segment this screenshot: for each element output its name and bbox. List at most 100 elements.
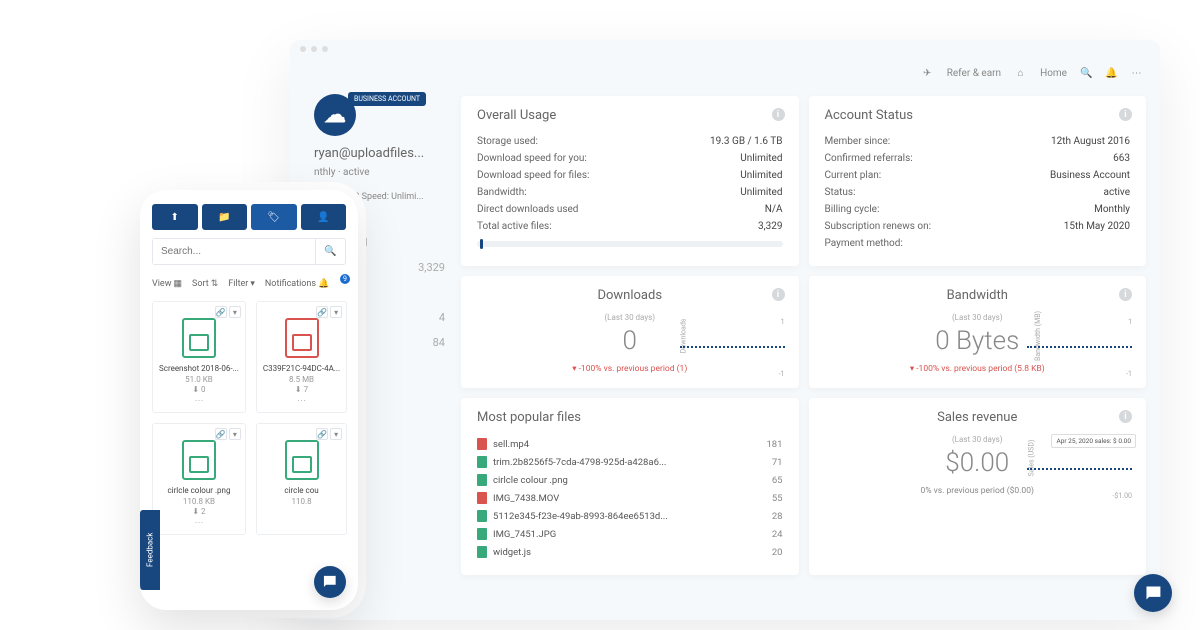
card-sales: i Sales revenue (Last 30 days) $0.00 0% … bbox=[809, 398, 1147, 575]
video-file-icon bbox=[285, 318, 319, 358]
home-link[interactable]: Home bbox=[1040, 68, 1067, 79]
link-icon[interactable]: 🔗 bbox=[316, 306, 328, 318]
info-icon[interactable]: i bbox=[772, 108, 785, 121]
card-title: Sales revenue bbox=[825, 410, 1131, 425]
paper-plane-icon: ✈ bbox=[922, 68, 933, 79]
view-toggle[interactable]: View ▦ bbox=[152, 279, 182, 289]
file-type-icon bbox=[477, 492, 487, 504]
desktop-window: ✈ Refer & earn ⌂ Home 🔍 🔔 ⋯ ☁ BUSINESS A… bbox=[290, 40, 1160, 620]
image-file-icon bbox=[285, 440, 319, 480]
chevron-down-icon[interactable]: ▾ bbox=[330, 306, 342, 318]
file-row[interactable]: IMG_7451.JPG24 bbox=[477, 525, 783, 543]
phone-tabs: ⬆ 📁 🏷 👤 bbox=[152, 204, 346, 230]
user-icon: 👤 bbox=[317, 212, 329, 223]
file-type-icon bbox=[477, 456, 487, 468]
file-row[interactable]: 5112e345-f23e-49ab-8993-864ee6513d...28 bbox=[477, 507, 783, 525]
file-card[interactable]: 🔗▾ C339F21C-94DC-4A... 8.5 MB ⬇ 7 ⋯ bbox=[256, 301, 347, 413]
search-input[interactable] bbox=[153, 239, 315, 264]
card-title: Downloads bbox=[477, 288, 783, 303]
image-file-icon bbox=[182, 440, 216, 480]
home-icon: ⌂ bbox=[1015, 68, 1026, 79]
tab-user[interactable]: 👤 bbox=[301, 204, 347, 230]
tab-tag[interactable]: 🏷 bbox=[251, 204, 297, 230]
file-card[interactable]: 🔗▾ circle cou 110.8 bbox=[256, 423, 347, 535]
link-icon[interactable]: 🔗 bbox=[215, 306, 227, 318]
download-count: ⬇ 0 bbox=[159, 385, 239, 394]
card-account-status: i Account Status Member since:12th Augus… bbox=[809, 96, 1147, 266]
file-type-icon bbox=[477, 438, 487, 450]
sort-button[interactable]: Sort ⇅ bbox=[192, 279, 218, 289]
more-icon[interactable]: ⋯ bbox=[263, 396, 340, 406]
top-nav: ✈ Refer & earn ⌂ Home 🔍 🔔 ⋯ bbox=[290, 58, 1160, 88]
filter-button[interactable]: Filter ▾ bbox=[228, 279, 255, 289]
file-type-icon bbox=[477, 528, 487, 540]
tab-folder[interactable]: 📁 bbox=[202, 204, 248, 230]
info-icon[interactable]: i bbox=[772, 288, 785, 301]
chevron-down-icon[interactable]: ▾ bbox=[229, 306, 241, 318]
notification-count: 9 bbox=[340, 274, 350, 284]
file-row[interactable]: cirlcle colour .png65 bbox=[477, 471, 783, 489]
search-icon: 🔍 bbox=[324, 246, 336, 257]
sparkline: Downloads 1 -1 bbox=[670, 318, 785, 378]
tag-icon: 🏷 bbox=[267, 212, 280, 223]
file-row[interactable]: widget.js20 bbox=[477, 543, 783, 561]
file-size: 8.5 MB bbox=[263, 375, 340, 384]
more-icon[interactable]: ⋯ bbox=[1131, 68, 1142, 79]
card-title: Overall Usage bbox=[477, 108, 783, 123]
traffic-lights bbox=[290, 40, 1160, 58]
chat-button[interactable] bbox=[314, 566, 346, 598]
download-count: ⬇ 2 bbox=[159, 507, 239, 516]
chevron-down-icon[interactable]: ▾ bbox=[330, 428, 342, 440]
image-file-icon bbox=[182, 318, 216, 358]
info-icon[interactable]: i bbox=[1119, 288, 1132, 301]
file-card[interactable]: 🔗▾ cirlcle colour .png 110.8 KB ⬇ 2 ⋯ bbox=[152, 423, 246, 535]
search-button[interactable]: 🔍 bbox=[315, 239, 345, 264]
file-row[interactable]: sell.mp4181 bbox=[477, 435, 783, 453]
card-title: Account Status bbox=[825, 108, 1131, 123]
folder-icon: 📁 bbox=[218, 212, 230, 223]
file-type-icon bbox=[477, 510, 487, 522]
file-name: circle cou bbox=[263, 486, 340, 495]
file-size: 110.8 bbox=[263, 497, 340, 506]
card-title: Most popular files bbox=[477, 410, 783, 425]
notifications-button[interactable]: Notifications🔔 bbox=[265, 279, 329, 289]
search-icon[interactable]: 🔍 bbox=[1081, 68, 1092, 79]
bell-icon: 🔔 bbox=[318, 279, 329, 289]
card-bandwidth: i Bandwidth (Last 30 days) 0 Bytes ▾ -10… bbox=[809, 276, 1147, 388]
file-card[interactable]: 🔗▾ Screenshot 2018-06-... 51.0 KB ⬇ 0 ⋯ bbox=[152, 301, 246, 413]
more-icon[interactable]: ⋯ bbox=[159, 518, 239, 528]
sparkline: Sales (USD) $1.00 -$1.00 Apr 25, 2020 sa… bbox=[1017, 440, 1132, 500]
link-icon[interactable]: 🔗 bbox=[215, 428, 227, 440]
info-icon[interactable]: i bbox=[1119, 410, 1132, 423]
tab-upload[interactable]: ⬆ bbox=[152, 204, 198, 230]
file-row[interactable]: trim.2b8256f5-7cda-4798-925d-a428a6...71 bbox=[477, 453, 783, 471]
phone-search: 🔍 bbox=[152, 238, 346, 265]
download-count: ⬇ 7 bbox=[263, 385, 340, 394]
file-size: 51.0 KB bbox=[159, 375, 239, 384]
info-icon[interactable]: i bbox=[1119, 108, 1132, 121]
plan-status: nthly · active bbox=[314, 167, 445, 178]
chat-icon bbox=[1143, 583, 1164, 604]
chat-button[interactable] bbox=[1134, 574, 1172, 612]
chevron-down-icon[interactable]: ▾ bbox=[229, 428, 241, 440]
phone-file-grid: 🔗▾ Screenshot 2018-06-... 51.0 KB ⬇ 0 ⋯ … bbox=[152, 301, 346, 535]
file-name: cirlcle colour .png bbox=[159, 486, 239, 495]
sort-icon: ⇅ bbox=[211, 279, 219, 289]
file-name: C339F21C-94DC-4A... bbox=[263, 364, 340, 373]
file-type-icon bbox=[477, 474, 487, 486]
card-overall-usage: i Overall Usage Storage used:19.3 GB / 1… bbox=[461, 96, 799, 266]
cards-grid: i Overall Usage Storage used:19.3 GB / 1… bbox=[455, 88, 1160, 575]
file-row[interactable]: IMG_7438.MOV55 bbox=[477, 489, 783, 507]
phone-mockup: ⬆ 📁 🏷 👤 🔍 View ▦ Sort ⇅ Filter ▾ Notific… bbox=[140, 190, 358, 610]
refer-link[interactable]: Refer & earn bbox=[947, 68, 1001, 79]
bell-icon[interactable]: 🔔 bbox=[1106, 68, 1117, 79]
filter-icon: ▾ bbox=[250, 279, 255, 289]
phone-toolbar: View ▦ Sort ⇅ Filter ▾ Notifications🔔 9 bbox=[152, 279, 346, 289]
card-title: Bandwidth bbox=[825, 288, 1131, 303]
file-size: 110.8 KB bbox=[159, 497, 239, 506]
file-name: Screenshot 2018-06-... bbox=[159, 364, 239, 373]
sparkline: Bandwidth (MB) 1 -1 bbox=[1017, 318, 1132, 378]
feedback-tab[interactable]: Feedback bbox=[140, 510, 160, 590]
link-icon[interactable]: 🔗 bbox=[316, 428, 328, 440]
more-icon[interactable]: ⋯ bbox=[159, 396, 239, 406]
